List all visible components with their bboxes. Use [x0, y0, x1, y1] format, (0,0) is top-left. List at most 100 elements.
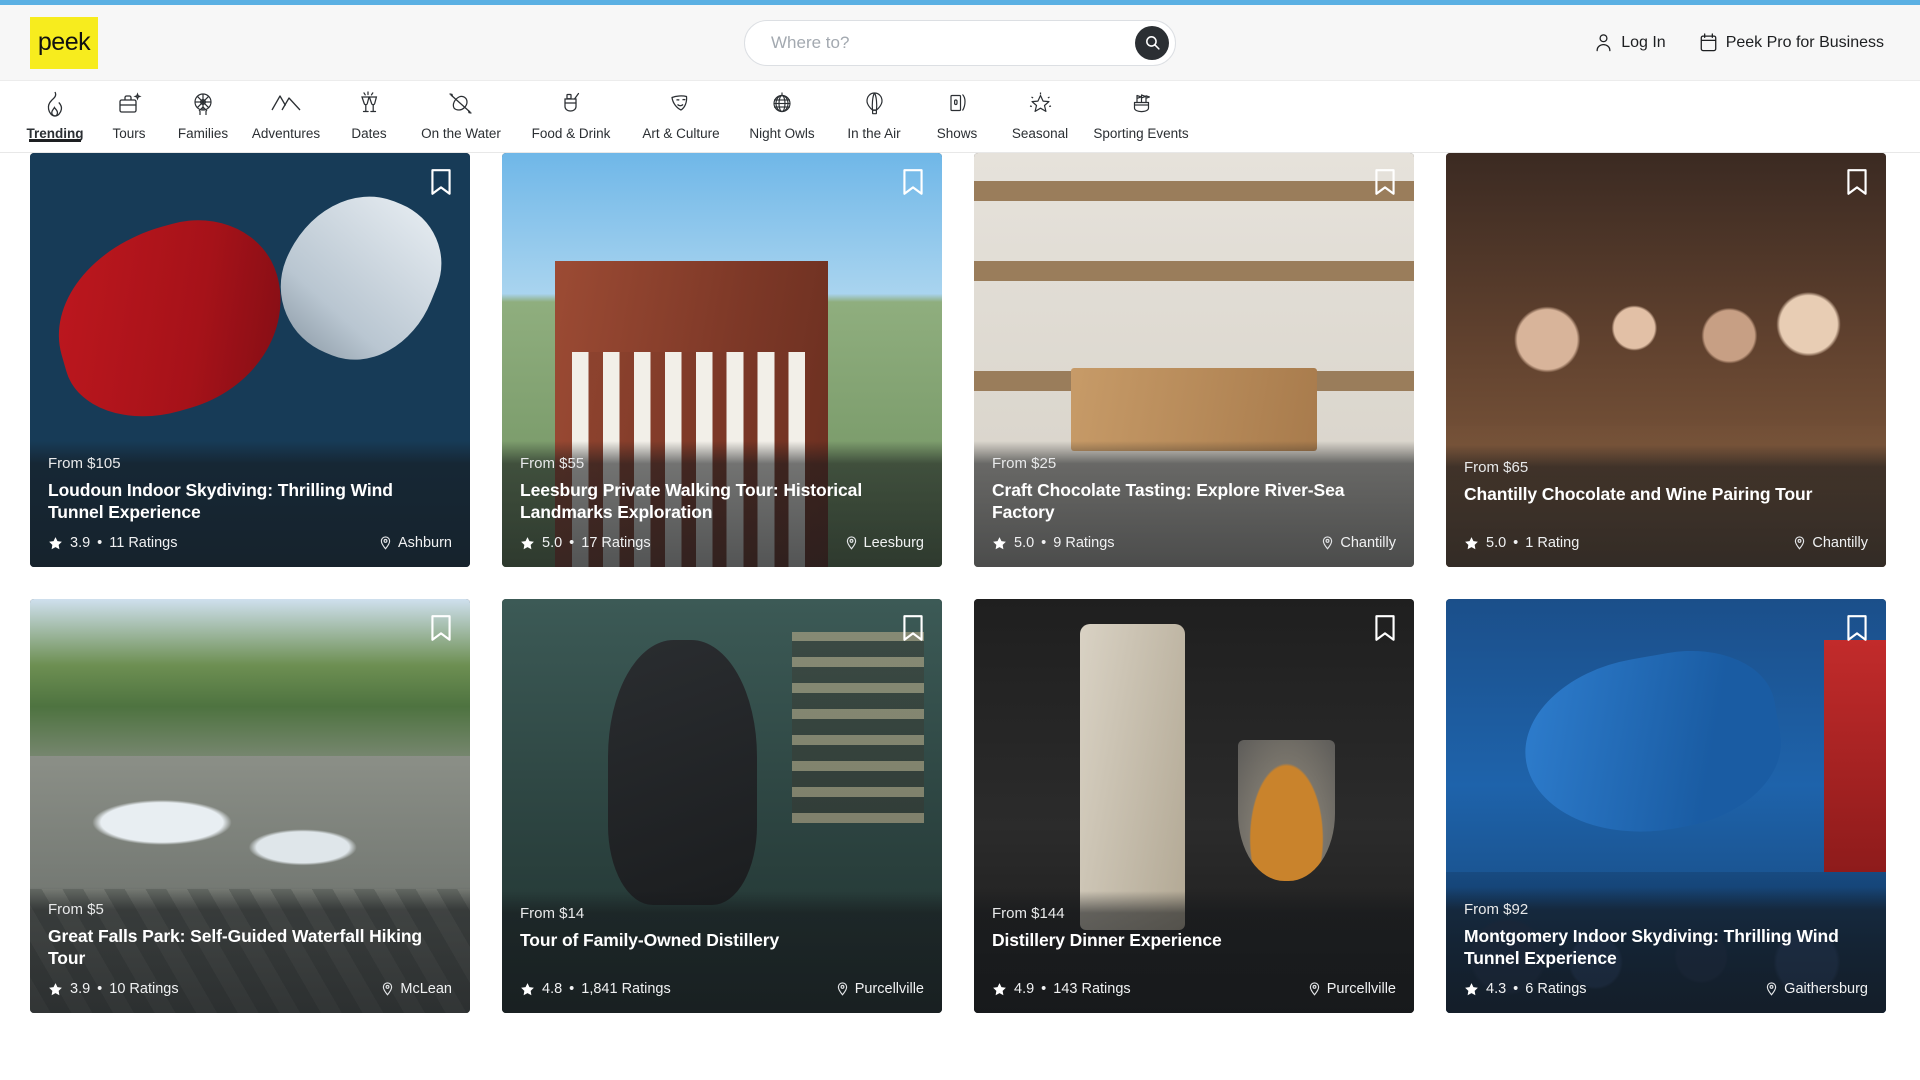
- card-rating-value: 5.0: [1486, 535, 1507, 551]
- card-overlay: From $14 Tour of Family-Owned Distillery…: [502, 891, 942, 1013]
- card-footer: 5.0 • 1 Rating Chantilly: [1464, 523, 1868, 551]
- card-rating-value: 5.0: [542, 535, 563, 551]
- search-box[interactable]: [744, 19, 1176, 66]
- card-price: From $5: [48, 900, 104, 918]
- card-rating: 5.0 • 1 Rating: [1464, 535, 1579, 551]
- category-tours[interactable]: Tours: [92, 81, 166, 141]
- peek-pro-business-label: Peek Pro for Business: [1725, 33, 1884, 51]
- card-title: Chantilly Chocolate and Wine Pairing Tou…: [1464, 484, 1813, 504]
- category-tours-label: Tours: [112, 126, 146, 141]
- card-title: Leesburg Private Walking Tour: Historica…: [520, 479, 863, 522]
- activity-card[interactable]: From $105 Loudoun Indoor Skydiving: Thri…: [30, 153, 470, 567]
- star-icon: [521, 982, 534, 995]
- activity-card[interactable]: From $14 Tour of Family-Owned Distillery…: [502, 599, 942, 1013]
- bookmark-icon[interactable]: [1844, 613, 1870, 643]
- card-rating: 4.3 • 6 Ratings: [1464, 981, 1587, 997]
- search-button[interactable]: [1135, 25, 1169, 60]
- login-button[interactable]: Log In: [1595, 33, 1666, 52]
- card-rating: 3.9 • 10 Ratings: [48, 981, 179, 997]
- hot-air-balloon-icon: [862, 89, 887, 119]
- card-price: From $25: [992, 454, 1057, 472]
- card-title: Great Falls Park: Self-Guided Waterfall …: [48, 925, 423, 968]
- search-input[interactable]: [771, 32, 1135, 53]
- card-title: Loudoun Indoor Skydiving: Thrilling Wind…: [48, 479, 393, 522]
- activity-card-grid: From $105 Loudoun Indoor Skydiving: Thri…: [0, 153, 1920, 1013]
- card-title: Craft Chocolate Tasting: Explore River-S…: [992, 479, 1345, 522]
- bookmark-icon[interactable]: [428, 613, 454, 643]
- category-in-the-air[interactable]: In the Air: [828, 81, 920, 141]
- sparkle-star-icon: [1027, 89, 1054, 119]
- cocktail-icon: [558, 89, 584, 119]
- card-title: Tour of Family-Owned Distillery: [520, 930, 780, 950]
- star-icon: [993, 982, 1006, 995]
- card-rating-separator: •: [1041, 535, 1047, 551]
- bookmark-icon[interactable]: [1372, 613, 1398, 643]
- card-rating: 4.8 • 1,841 Ratings: [520, 981, 671, 997]
- card-overlay: From $144 Distillery Dinner Experience 4…: [974, 891, 1414, 1013]
- category-sporting-events[interactable]: Sporting Events: [1086, 81, 1196, 141]
- card-footer: 3.9 • 11 Ratings Ashburn: [48, 523, 452, 551]
- bookmark-icon[interactable]: [1844, 167, 1870, 197]
- activity-card[interactable]: From $5 Great Falls Park: Self-Guided Wa…: [30, 599, 470, 1013]
- category-seasonal-label: Seasonal: [1011, 126, 1069, 141]
- card-footer: 4.8 • 1,841 Ratings Purcellville: [520, 969, 924, 997]
- category-adventures[interactable]: Adventures: [240, 81, 332, 141]
- category-families[interactable]: Families: [166, 81, 240, 141]
- login-label: Log In: [1621, 33, 1666, 51]
- search-icon: [1145, 36, 1160, 50]
- ferris-wheel-icon: [189, 89, 217, 119]
- card-location-label: Purcellville: [854, 981, 924, 997]
- peek-logo[interactable]: peek: [30, 16, 98, 69]
- category-seasonal[interactable]: Seasonal: [994, 81, 1086, 141]
- card-overlay: From $92 Montgomery Indoor Skydiving: Th…: [1446, 886, 1886, 1013]
- location-pin-icon: [846, 536, 856, 550]
- card-location-label: Chantilly: [1340, 535, 1396, 551]
- card-rating-separator: •: [569, 981, 575, 997]
- search-container: [744, 19, 1176, 66]
- card-footer: 5.0 • 9 Ratings Chantilly: [992, 523, 1396, 551]
- category-art-culture[interactable]: Art & Culture: [626, 81, 736, 141]
- activity-card[interactable]: From $144 Distillery Dinner Experience 4…: [974, 599, 1414, 1013]
- category-on-the-water[interactable]: On the Water: [406, 81, 516, 141]
- header-actions: Log In Peek Pro for Business: [1595, 33, 1884, 52]
- card-rating: 3.9 • 11 Ratings: [48, 535, 178, 551]
- card-overlay: From $25 Craft Chocolate Tasting: Explor…: [974, 440, 1414, 567]
- card-rating-separator: •: [97, 535, 103, 551]
- activity-card[interactable]: From $25 Craft Chocolate Tasting: Explor…: [974, 153, 1414, 567]
- card-location-label: Ashburn: [397, 535, 452, 551]
- card-title: Distillery Dinner Experience: [992, 930, 1222, 950]
- category-trending[interactable]: Trending: [18, 81, 92, 141]
- bookmark-icon[interactable]: [1372, 167, 1398, 197]
- activity-card[interactable]: From $55 Leesburg Private Walking Tour: …: [502, 153, 942, 567]
- mountains-icon: [270, 89, 302, 119]
- card-location-label: Leesburg: [863, 535, 924, 551]
- card-rating: 4.9 • 143 Ratings: [992, 981, 1131, 997]
- bookmark-icon[interactable]: [900, 167, 926, 197]
- location-pin-icon: [1309, 982, 1319, 996]
- category-night-owls[interactable]: Night Owls: [736, 81, 828, 141]
- photo-detail: [1824, 640, 1886, 873]
- location-pin-icon: [1766, 982, 1777, 996]
- card-overlay: From $105 Loudoun Indoor Skydiving: Thri…: [30, 440, 470, 567]
- card-rating-separator: •: [1041, 981, 1047, 997]
- category-food-drink[interactable]: Food & Drink: [516, 81, 626, 141]
- card-rating: 5.0 • 17 Ratings: [520, 535, 651, 551]
- category-nav: Trending Tours Families Adventures Dates…: [0, 81, 1920, 153]
- activity-card[interactable]: From $65 Chantilly Chocolate and Wine Pa…: [1446, 153, 1886, 567]
- disco-ball-icon: [769, 89, 795, 119]
- activity-card[interactable]: From $92 Montgomery Indoor Skydiving: Th…: [1446, 599, 1886, 1013]
- card-location: Purcellville: [836, 981, 924, 997]
- card-footer: 5.0 • 17 Ratings Leesburg: [520, 523, 924, 551]
- card-price: From $92: [1464, 900, 1529, 918]
- category-dates[interactable]: Dates: [332, 81, 406, 141]
- category-art-culture-label: Art & Culture: [642, 126, 720, 141]
- location-pin-icon: [380, 536, 391, 550]
- bookmark-icon[interactable]: [428, 167, 454, 197]
- bookmark-icon[interactable]: [900, 613, 926, 643]
- category-shows[interactable]: Shows: [920, 81, 994, 141]
- theater-masks-icon: [667, 89, 695, 119]
- peek-pro-business-button[interactable]: Peek Pro for Business: [1700, 33, 1884, 52]
- card-rating-separator: •: [1513, 981, 1519, 997]
- card-location-label: Gaithersburg: [1784, 981, 1868, 997]
- category-adventures-label: Adventures: [251, 126, 321, 141]
